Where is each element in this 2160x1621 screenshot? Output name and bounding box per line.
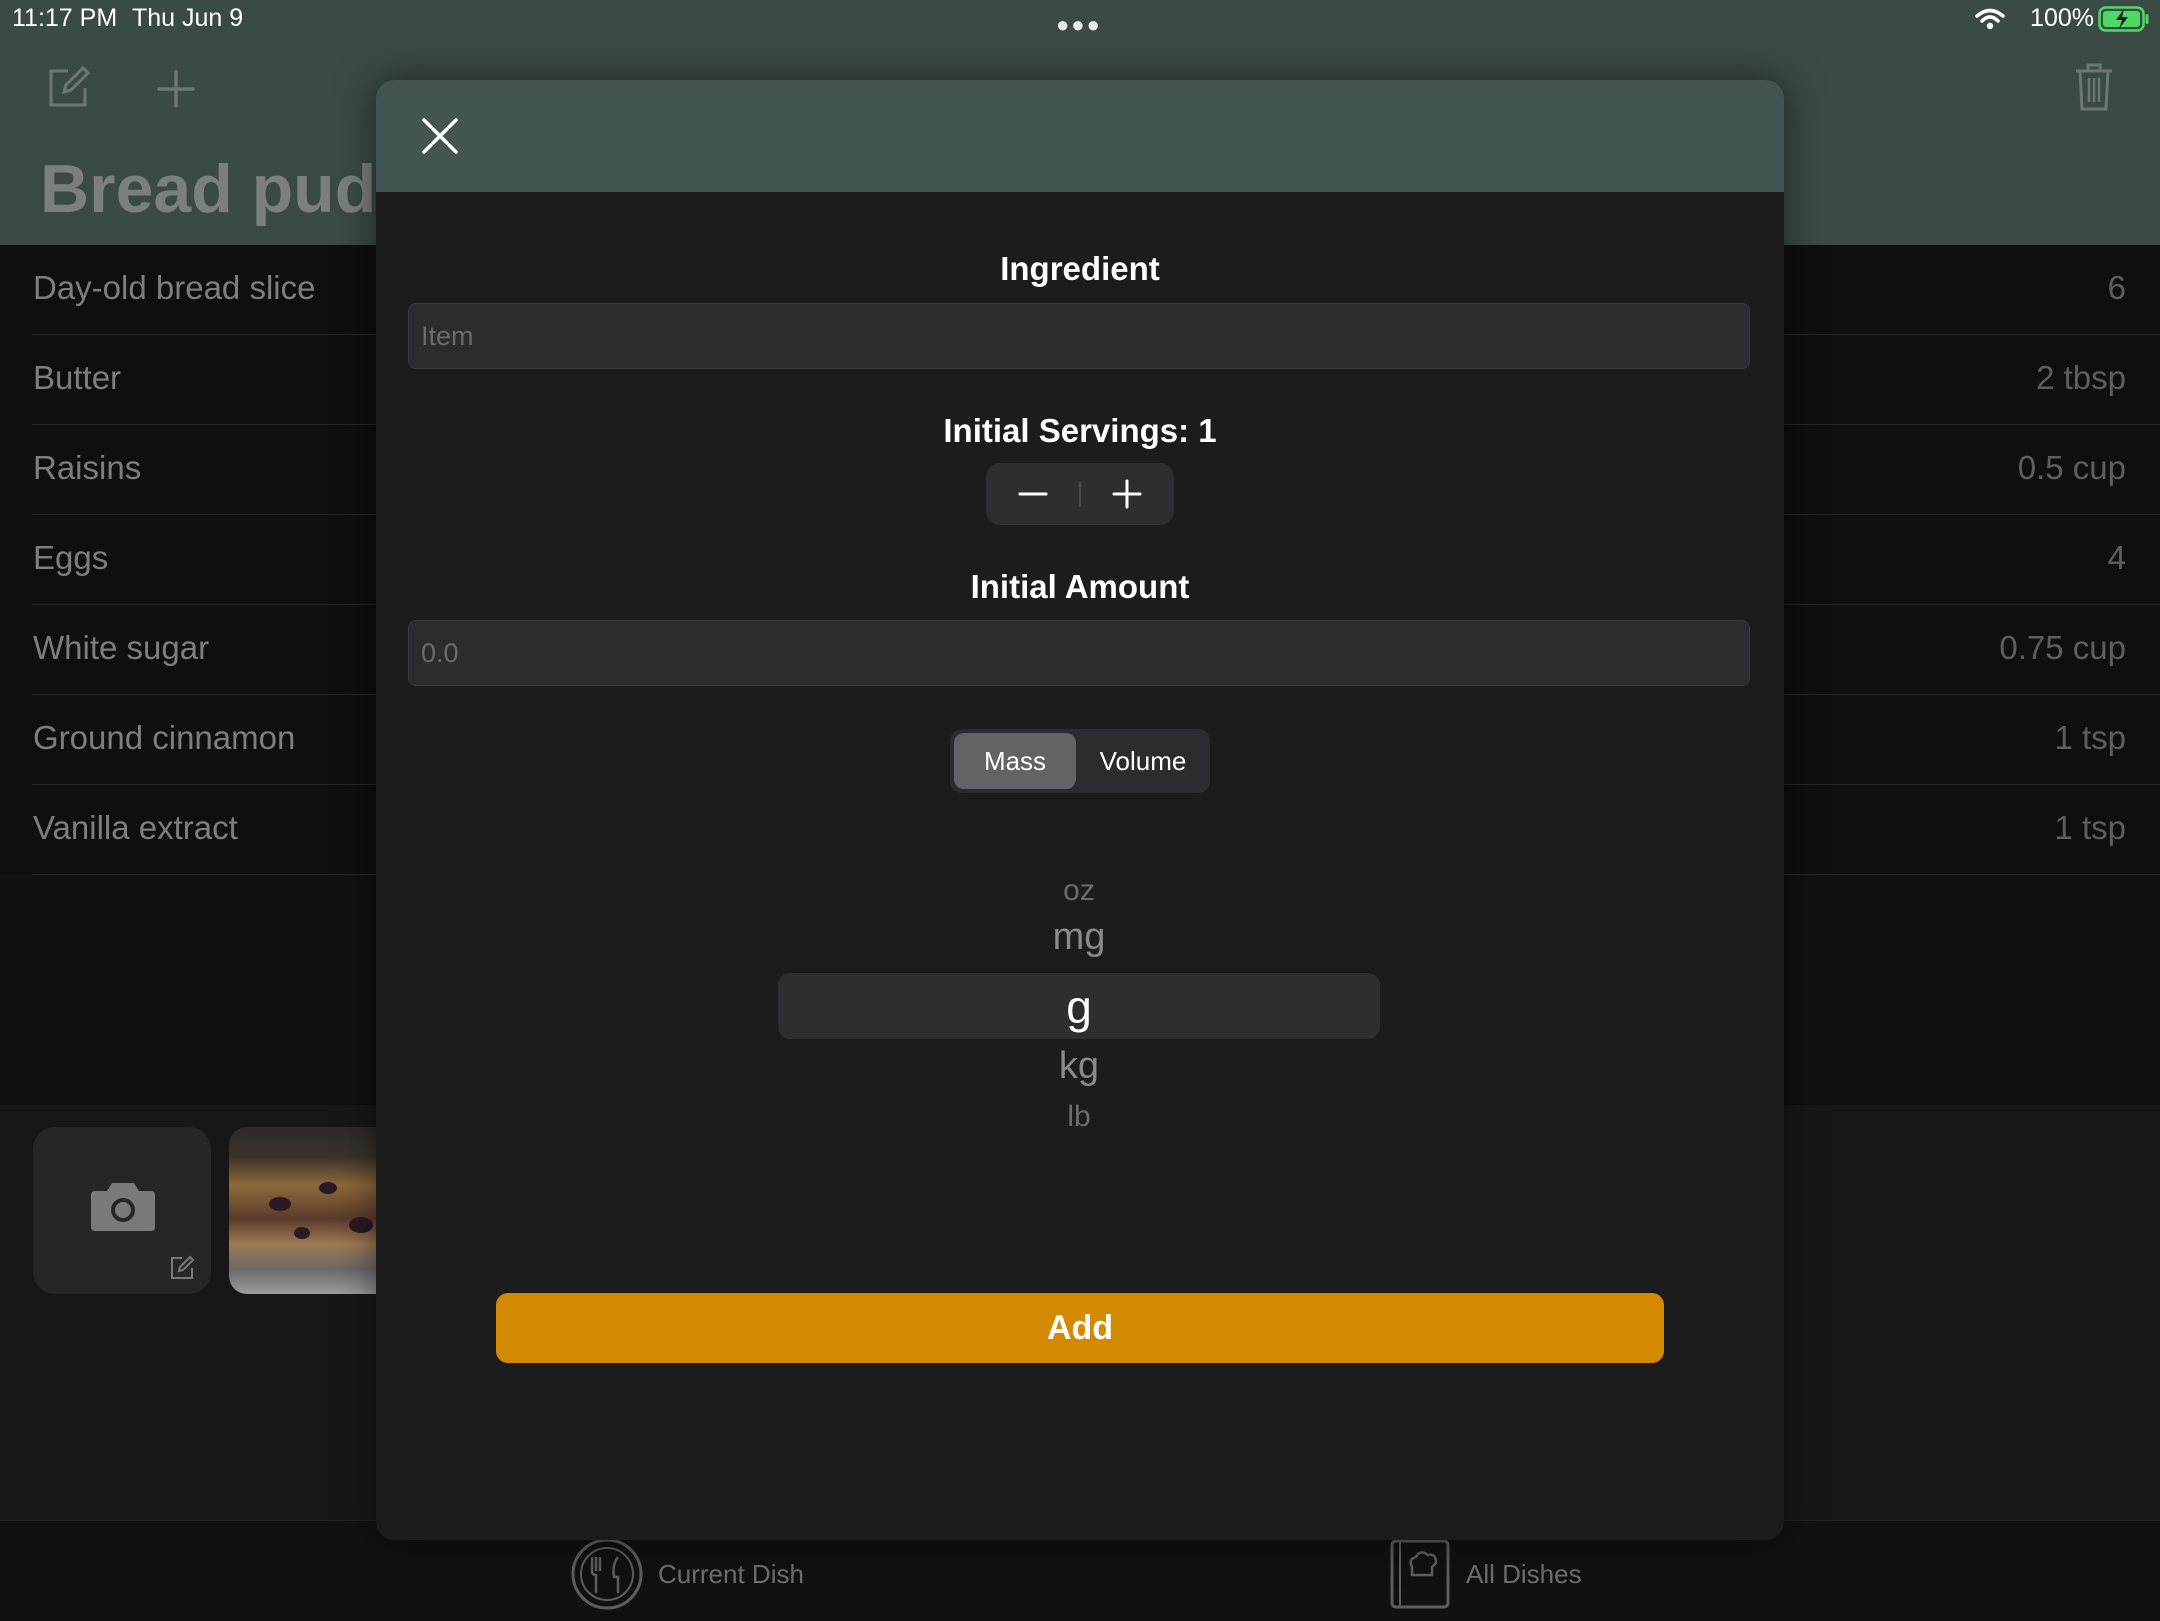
initial-amount-input[interactable] — [408, 620, 1750, 686]
increment-button[interactable] — [1080, 463, 1174, 525]
ingredient-name: Ground cinnamon — [33, 719, 296, 756]
ingredient-label: Ingredient — [1000, 250, 1160, 287]
segment-volume[interactable]: Volume — [1080, 733, 1206, 789]
ingredient-name: White sugar — [33, 629, 210, 666]
close-icon[interactable] — [416, 112, 464, 160]
tab-label: All Dishes — [1466, 1558, 1582, 1589]
ingredient-item-input[interactable] — [408, 303, 1750, 369]
ingredient-amount: 0.75 cup — [1999, 629, 2126, 666]
edit-icon — [171, 1255, 195, 1279]
plus-icon[interactable] — [157, 70, 195, 108]
ingredient-amount: 0.5 cup — [2017, 449, 2126, 486]
picker-item[interactable]: lb — [776, 1100, 1382, 1134]
status-bar: 11:17 PM Thu Jun 9 ●●● 100% — [0, 0, 2160, 40]
add-ingredient-modal: Ingredient Initial Servings: 1 Initial A… — [376, 80, 1784, 1540]
stepper-divider — [1079, 481, 1081, 507]
unit-picker[interactable]: oz mg g kg lb — [776, 860, 1382, 1220]
decrement-button[interactable] — [986, 463, 1080, 525]
tab-all-dishes[interactable]: All Dishes — [1388, 1539, 1582, 1609]
trash-icon[interactable] — [2074, 62, 2114, 112]
minus-icon — [1018, 492, 1048, 496]
ingredient-name: Raisins — [33, 449, 142, 486]
battery-charging-icon — [2098, 6, 2149, 32]
ingredient-amount: 6 — [2107, 269, 2126, 306]
servings-stepper — [986, 463, 1174, 525]
ingredient-amount: 1 tsp — [2054, 809, 2126, 846]
tab-current-dish[interactable]: Current Dish — [570, 1538, 804, 1610]
segment-mass[interactable]: Mass — [954, 733, 1076, 789]
initial-amount-label: Initial Amount — [970, 568, 1190, 605]
picker-item-selected[interactable]: g — [776, 980, 1382, 1034]
picker-item[interactable]: oz — [776, 874, 1382, 908]
add-photo-button[interactable] — [33, 1127, 211, 1294]
add-button[interactable]: Add — [496, 1293, 1664, 1363]
ingredient-name: Butter — [33, 359, 122, 396]
ingredient-amount: 2 tbsp — [2036, 359, 2126, 396]
ingredient-amount: 4 — [2107, 539, 2126, 576]
ingredient-name: Day-old bread slice — [33, 269, 316, 306]
picker-item[interactable]: kg — [776, 1045, 1382, 1088]
ingredient-amount: 1 tsp — [2054, 719, 2126, 756]
camera-icon — [91, 1183, 155, 1231]
recipe-book-icon — [1390, 1539, 1450, 1609]
picker-item[interactable]: mg — [776, 916, 1382, 959]
dish-title: Bread pudd — [40, 151, 418, 227]
fork-knife-icon — [571, 1538, 643, 1610]
compose-icon[interactable] — [46, 66, 90, 110]
multitasking-dots-icon[interactable]: ●●● — [1056, 12, 1102, 38]
ingredient-name: Vanilla extract — [33, 809, 238, 846]
ingredient-name: Eggs — [33, 539, 109, 576]
unit-type-segmented-control: Mass Volume — [950, 729, 1210, 793]
initial-servings-label: Initial Servings: 1 — [943, 412, 1217, 449]
status-date: Thu Jun 9 — [132, 4, 244, 32]
plus-icon — [1112, 479, 1142, 509]
modal-header — [376, 80, 1784, 192]
status-time: 11:17 PM — [12, 4, 118, 32]
tab-label: Current Dish — [658, 1558, 804, 1589]
battery-percent: 100% — [2030, 4, 2094, 32]
wifi-icon — [1975, 8, 2005, 30]
